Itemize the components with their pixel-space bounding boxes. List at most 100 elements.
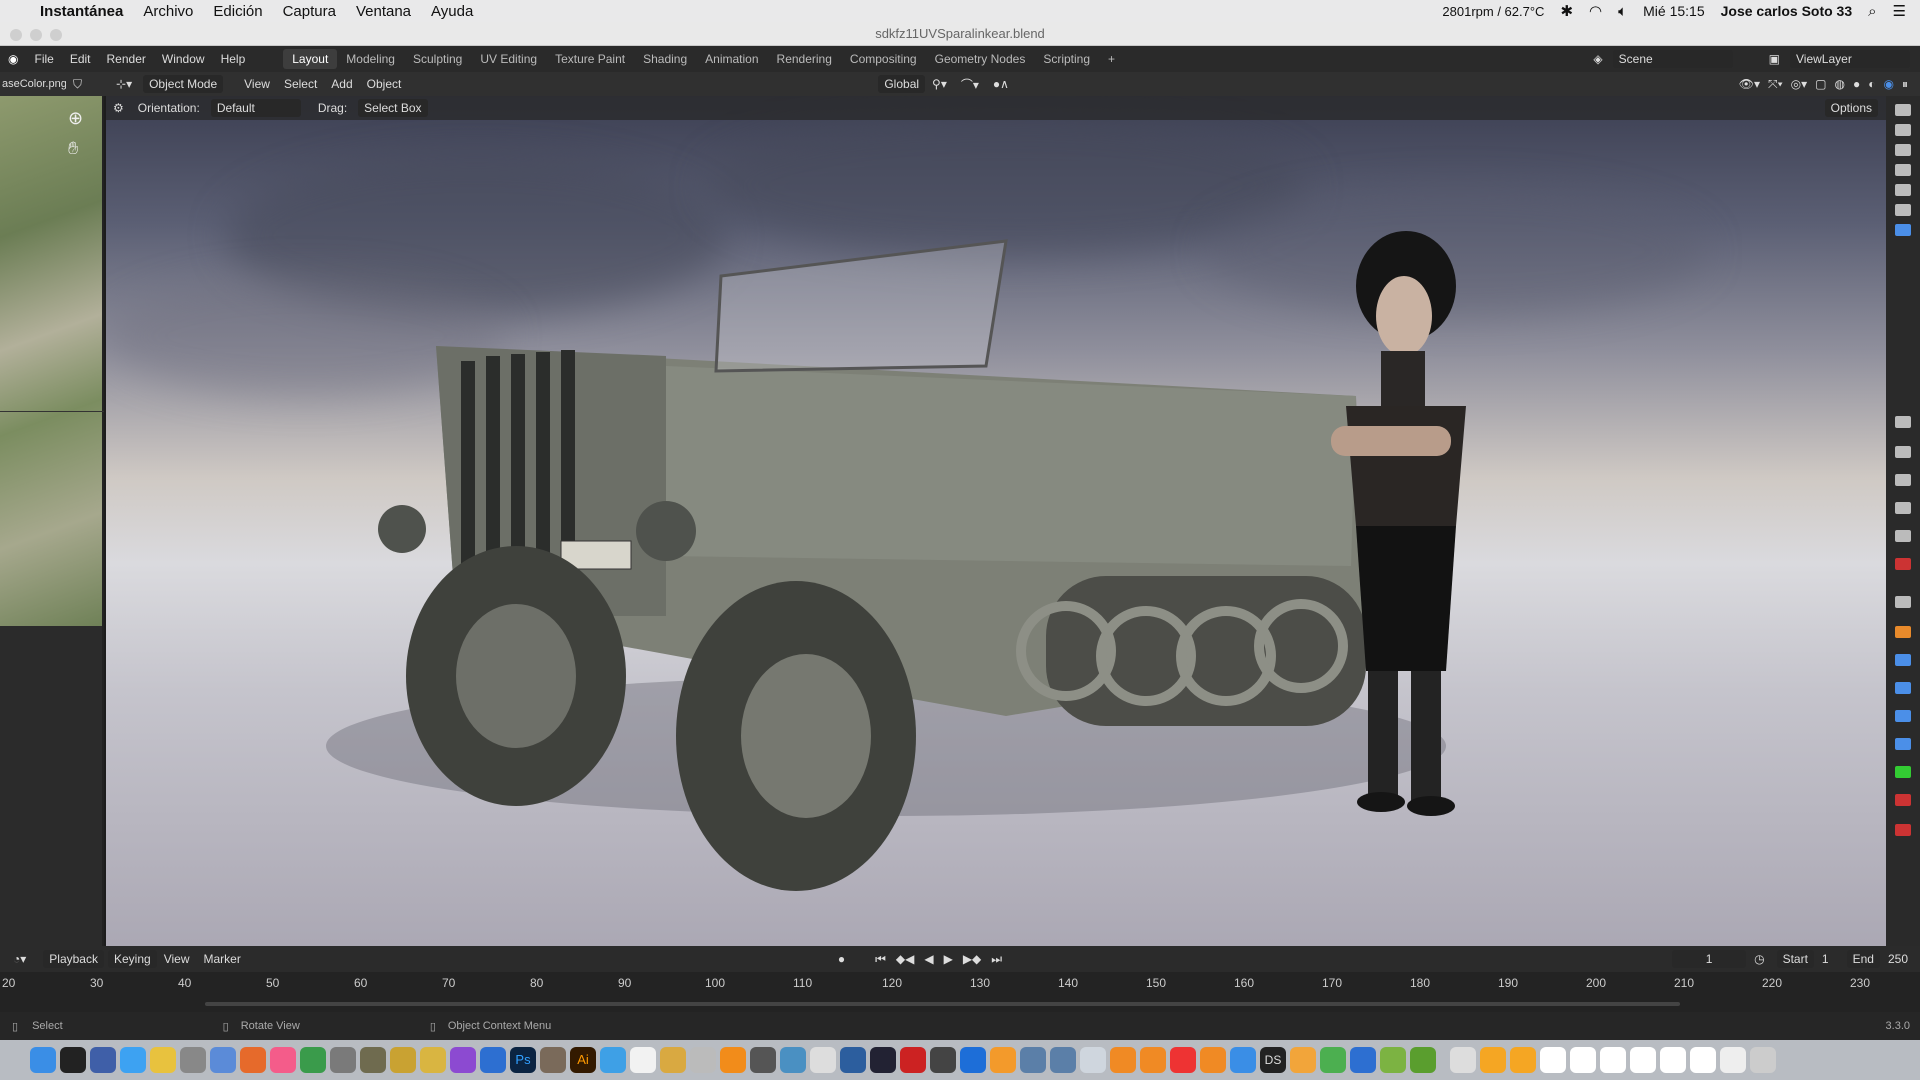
tab-animation[interactable]: Animation <box>696 49 767 69</box>
clock-icon[interactable]: ◷ <box>1754 952 1764 966</box>
minimize-window-button[interactable] <box>30 29 42 41</box>
zoom-icon[interactable]: ⊕ <box>68 108 83 129</box>
tab-texture-paint[interactable]: Texture Paint <box>546 49 634 69</box>
file-icon[interactable] <box>1540 1047 1566 1073</box>
editor-type-icon[interactable]: ⊹▾ <box>109 75 139 93</box>
shield-icon[interactable]: ⛉ <box>66 75 89 94</box>
physics-icon[interactable] <box>1895 710 1911 722</box>
tab-sculpting[interactable]: Sculpting <box>404 49 471 69</box>
fan-status[interactable]: 2801rpm / 62.7°C <box>1442 4 1544 19</box>
blender-icon[interactable] <box>1110 1047 1136 1073</box>
textedit-icon[interactable] <box>630 1047 656 1073</box>
tab-geometry-nodes[interactable]: Geometry Nodes <box>926 49 1035 69</box>
timeline-ruler[interactable]: 20 30 40 50 60 70 80 90 100 110 120 130 … <box>0 972 1920 1012</box>
blender-logo-icon[interactable]: ◉ <box>0 52 26 66</box>
preview-icon[interactable] <box>330 1047 356 1073</box>
select-menu[interactable]: Select <box>277 75 324 93</box>
blender2-icon[interactable] <box>1140 1047 1166 1073</box>
android-icon[interactable] <box>1380 1047 1406 1073</box>
menu-edicion[interactable]: Edición <box>213 3 262 20</box>
mail-icon[interactable] <box>810 1047 836 1073</box>
vector-icon[interactable] <box>1410 1047 1436 1073</box>
hand-pan-icon[interactable]: ✋︎ <box>68 138 78 159</box>
material-shading-icon[interactable]: ◐ <box>1868 77 1875 92</box>
object-icon[interactable] <box>1895 626 1911 638</box>
menu-ventana[interactable]: Ventana <box>356 3 411 20</box>
app-menu[interactable]: Instantánea <box>40 3 123 20</box>
rigging2-icon[interactable] <box>1050 1047 1076 1073</box>
wireframe-shading-icon[interactable]: ◍ <box>1835 77 1845 92</box>
add-workspace-icon[interactable]: + <box>1099 49 1124 69</box>
files-icon[interactable] <box>1230 1047 1256 1073</box>
timeline-view-menu[interactable]: View <box>157 950 197 968</box>
launchpad-icon[interactable] <box>90 1047 116 1073</box>
utility-icon[interactable] <box>180 1047 206 1073</box>
scene-props-icon[interactable] <box>1895 530 1911 542</box>
finder-icon[interactable] <box>30 1047 56 1073</box>
pause-icon[interactable]: ⏸ <box>1902 77 1908 92</box>
play-reverse-icon[interactable]: ◀ <box>924 952 933 966</box>
music-icon[interactable] <box>270 1047 296 1073</box>
texture-icon[interactable] <box>1895 824 1911 836</box>
tab-rendering[interactable]: Rendering <box>768 49 841 69</box>
finder2-icon[interactable] <box>780 1047 806 1073</box>
vlc-icon[interactable] <box>720 1047 746 1073</box>
illustrator-icon[interactable]: Ai <box>570 1047 596 1073</box>
menu-render[interactable]: Render <box>99 52 154 66</box>
tab-uv-editing[interactable]: UV Editing <box>471 49 546 69</box>
file4-icon[interactable] <box>1630 1047 1656 1073</box>
volume-icon[interactable]: 🔈︎ <box>1618 3 1627 20</box>
image-name[interactable]: aseColor.png <box>0 76 66 92</box>
jump-start-icon[interactable]: ⏮ <box>875 952 886 967</box>
clock[interactable]: Mié 15:15 <box>1643 3 1704 19</box>
next-keyframe-icon[interactable]: ▶◆ <box>963 952 981 966</box>
transform-orientation[interactable]: Global <box>878 75 926 93</box>
trash-icon[interactable] <box>1750 1047 1776 1073</box>
rigging-icon[interactable] <box>1020 1047 1046 1073</box>
mode-selector[interactable]: Object Mode <box>143 75 224 93</box>
tab-compositing[interactable]: Compositing <box>841 49 926 69</box>
record-icon[interactable]: ● <box>838 952 845 966</box>
modifier-icon[interactable] <box>1895 654 1911 666</box>
view-layer-icon[interactable] <box>1895 502 1911 514</box>
start-frame-value[interactable]: 1 <box>1822 952 1829 966</box>
photos-icon[interactable] <box>1320 1047 1346 1073</box>
solid-shading-icon[interactable]: ● <box>1853 77 1860 92</box>
tab-modeling[interactable]: Modeling <box>337 49 404 69</box>
3d-viewport[interactable] <box>106 96 1886 946</box>
overlay-icon[interactable]: ◎▾ <box>1791 77 1808 92</box>
safari-icon[interactable] <box>120 1047 146 1073</box>
pivot-icon[interactable]: ⚲▾ <box>925 75 954 93</box>
notes-icon[interactable] <box>1290 1047 1316 1073</box>
jump-end-icon[interactable]: ⏭ <box>991 952 1002 967</box>
playback-menu[interactable]: Playback <box>43 950 104 968</box>
collection-icon[interactable] <box>1895 596 1911 608</box>
blender3-icon[interactable] <box>1200 1047 1226 1073</box>
chrome-icon[interactable] <box>150 1047 176 1073</box>
pen-icon[interactable] <box>900 1047 926 1073</box>
scene-icon[interactable]: ◈ <box>1593 52 1602 66</box>
viewlayer-icon[interactable]: ▣ <box>1769 52 1780 66</box>
control-center-icon[interactable]: ☰ <box>1893 2 1906 20</box>
file6-icon[interactable] <box>1690 1047 1716 1073</box>
world-icon[interactable] <box>1895 558 1911 570</box>
current-frame[interactable]: 1 <box>1672 950 1747 968</box>
red-app-icon[interactable] <box>1170 1047 1196 1073</box>
xcode-icon[interactable] <box>960 1047 986 1073</box>
close-window-button[interactable] <box>10 29 22 41</box>
render-icon[interactable] <box>1895 446 1911 458</box>
tool-icon[interactable] <box>1895 416 1911 428</box>
visibility-icon[interactable]: 👁︎▾ <box>1739 77 1760 92</box>
camera-icon[interactable] <box>1895 224 1911 236</box>
photoshop-icon[interactable]: Ps <box>510 1047 536 1073</box>
moon-icon[interactable] <box>1080 1047 1106 1073</box>
xray-icon[interactable]: ▢ <box>1815 77 1826 92</box>
books-icon[interactable] <box>990 1047 1016 1073</box>
rendered-shading-icon[interactable]: ◉ <box>1884 77 1894 92</box>
prev-keyframe-icon[interactable]: ◆◀ <box>896 952 914 966</box>
scene-selector[interactable]: Scene <box>1612 50 1733 68</box>
camera-icon[interactable] <box>1895 164 1911 176</box>
timeline-scrollbar[interactable] <box>205 1002 1680 1006</box>
drag-selector[interactable]: Select Box <box>358 99 428 117</box>
radar-icon[interactable] <box>870 1047 896 1073</box>
